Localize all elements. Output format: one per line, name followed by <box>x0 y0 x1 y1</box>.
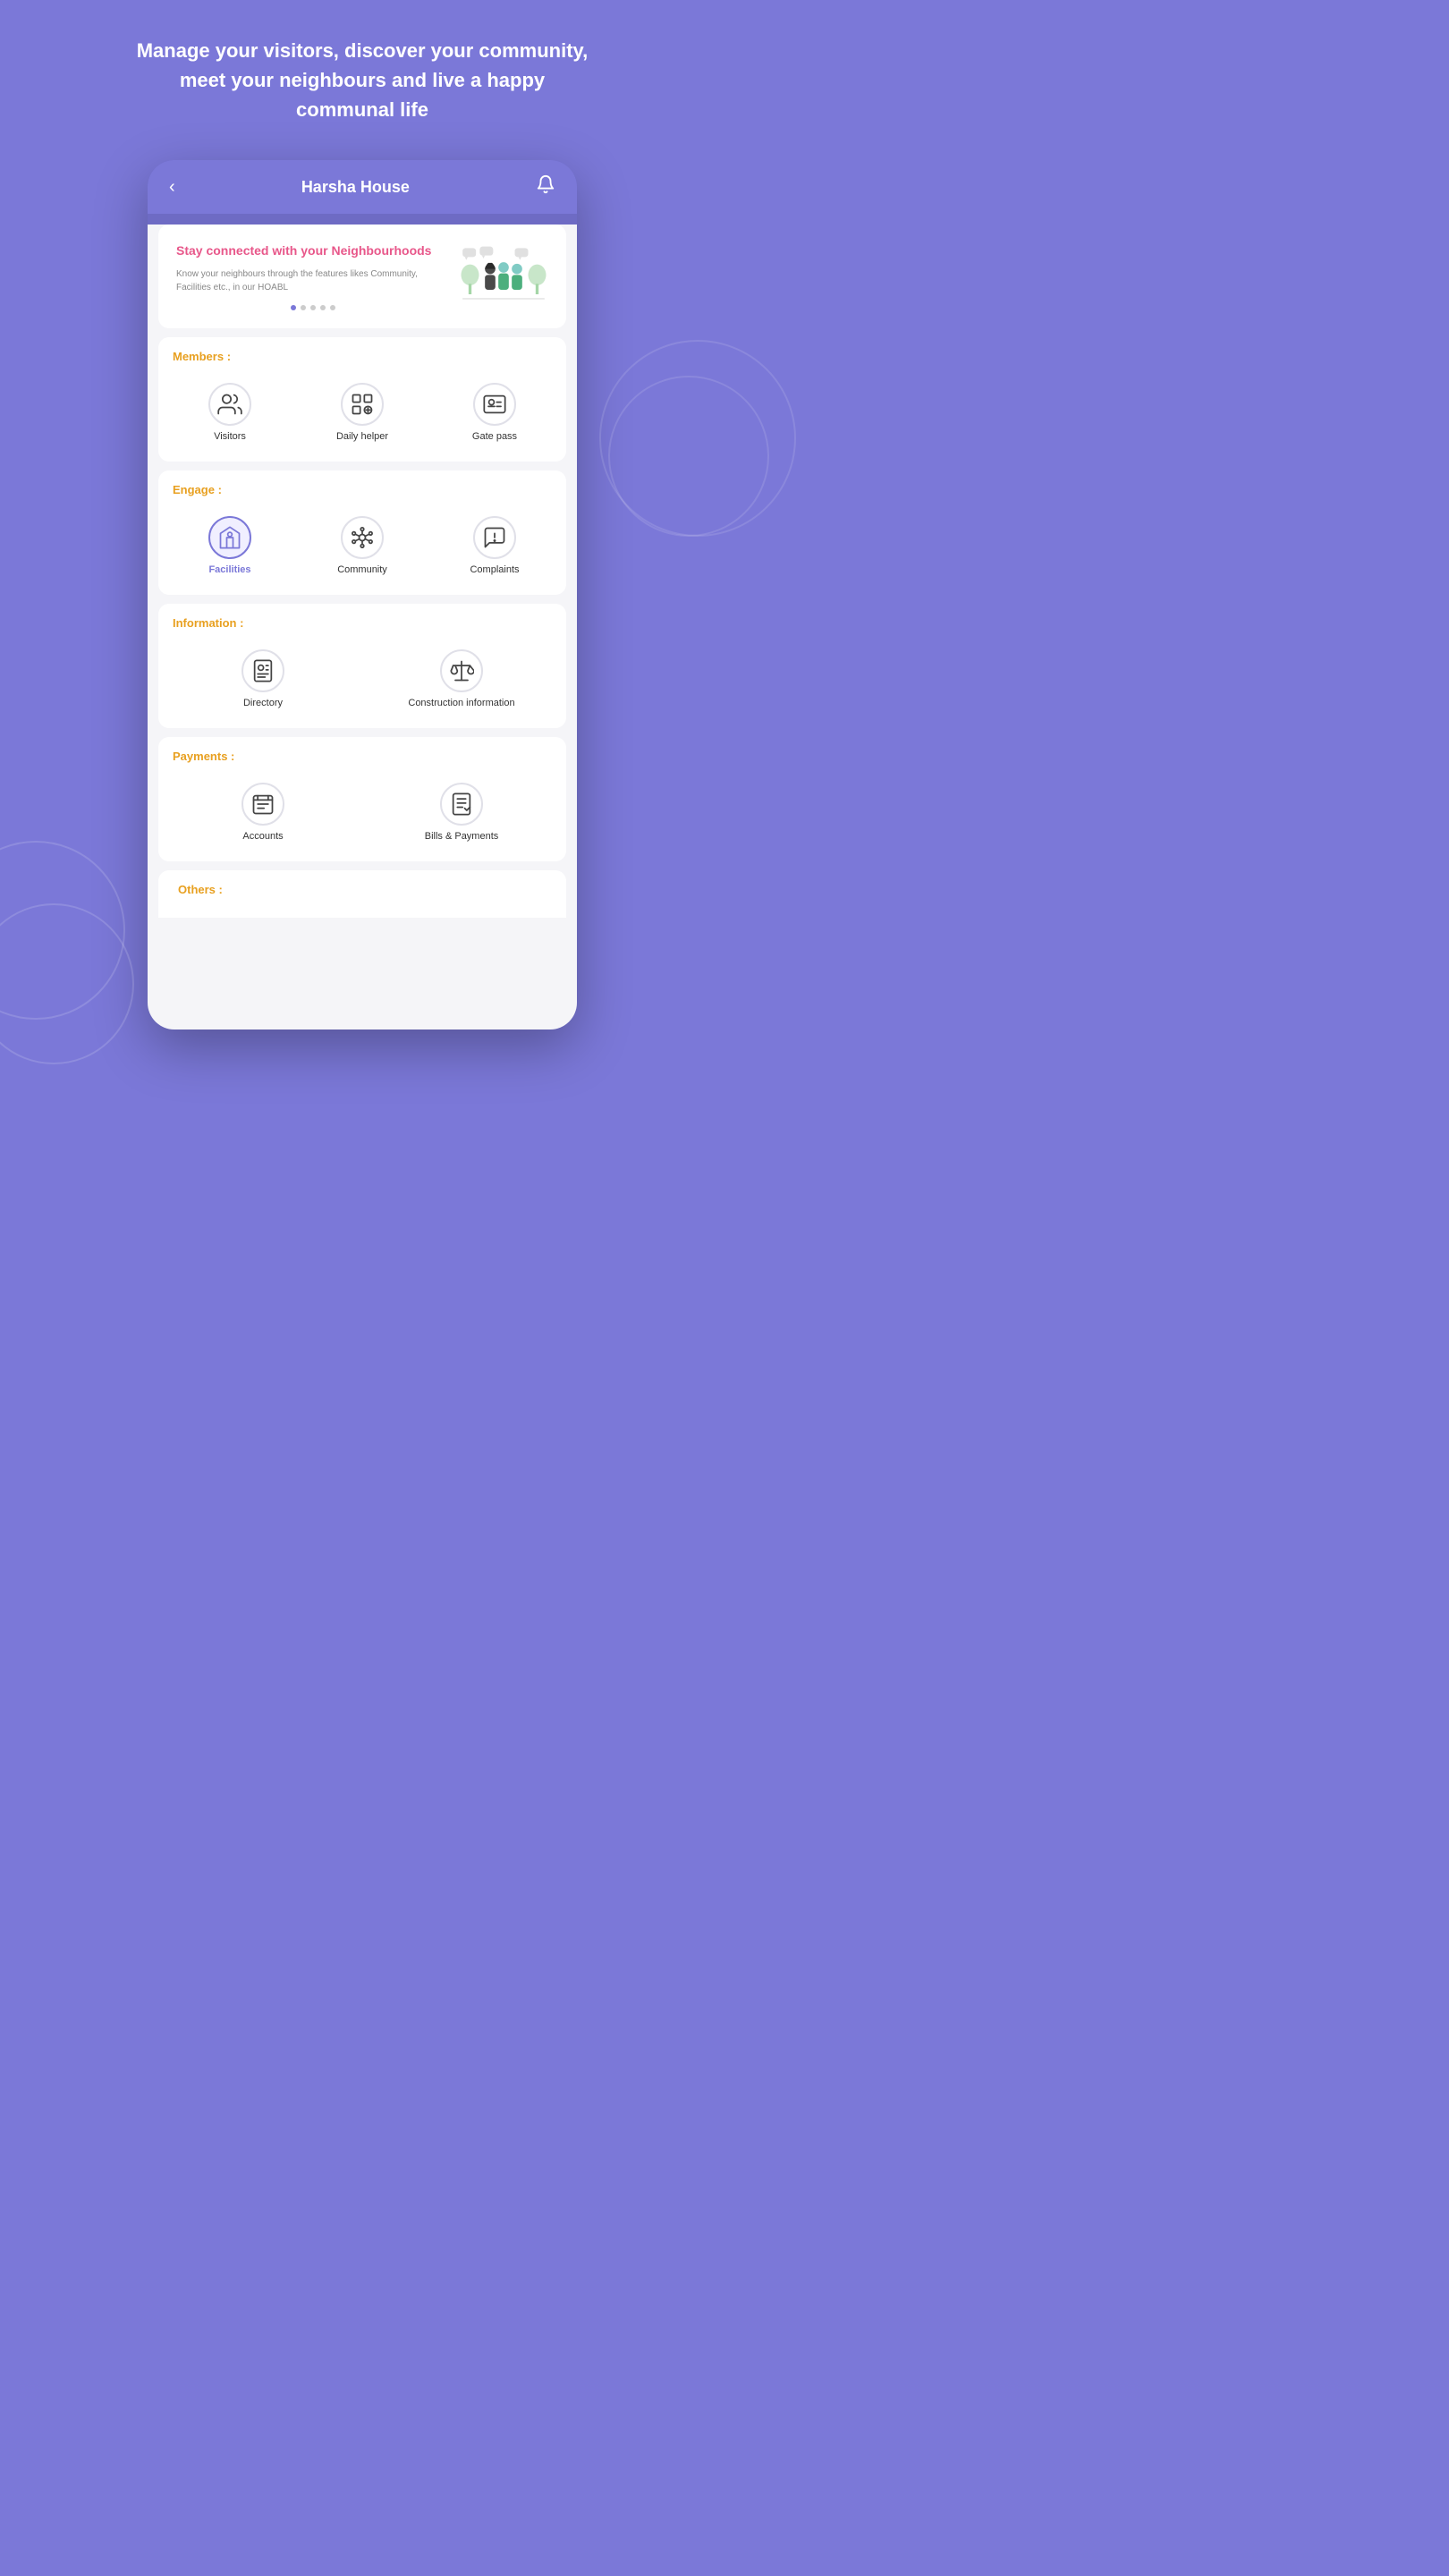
engage-section: Engage : Facilities <box>158 470 566 595</box>
daily-helper-icon <box>350 392 375 417</box>
banner-illustration <box>459 245 548 308</box>
bell-icon[interactable] <box>536 174 555 199</box>
headline: Manage your visitors, discover your comm… <box>130 36 595 124</box>
phone-header: ‹ Harsha House <box>148 160 577 214</box>
directory-label: Directory <box>243 698 283 708</box>
banner-text: Stay connected with your Neighbourhoods … <box>176 242 450 310</box>
payments-section: Payments : Accounts <box>158 737 566 861</box>
accounts-icon <box>250 792 275 817</box>
complaints-item[interactable]: Complaints <box>432 509 557 582</box>
dot-5 <box>330 305 335 310</box>
accounts-label: Accounts <box>242 831 283 842</box>
members-title: Members : <box>167 350 557 363</box>
dot-3 <box>310 305 316 310</box>
facilities-icon-circle <box>208 516 251 559</box>
engage-title: Engage : <box>167 483 557 496</box>
accounts-item[interactable]: Accounts <box>167 775 359 849</box>
facilities-label: Facilities <box>208 564 250 575</box>
others-title: Others : <box>173 883 552 896</box>
payments-grid: Accounts Bills & Payments <box>167 775 557 849</box>
community-label: Community <box>337 564 387 575</box>
gate-pass-icon-circle <box>473 383 516 426</box>
community-icon-circle <box>341 516 384 559</box>
bills-payments-label: Bills & Payments <box>425 831 499 842</box>
visitors-label: Visitors <box>214 431 246 442</box>
visitors-icon <box>217 392 242 417</box>
gate-pass-label: Gate pass <box>472 431 517 442</box>
construction-icon <box>449 658 474 683</box>
information-title: Information : <box>167 616 557 630</box>
phone-title: Harsha House <box>301 178 410 197</box>
payments-title: Payments : <box>167 750 557 763</box>
daily-helper-item[interactable]: Daily helper <box>300 376 425 449</box>
bills-icon-circle <box>440 783 483 826</box>
back-button[interactable]: ‹ <box>169 177 175 198</box>
complaints-icon <box>482 525 507 550</box>
facilities-icon <box>217 525 242 550</box>
construction-information-item[interactable]: Construction information <box>366 642 557 716</box>
daily-helper-label: Daily helper <box>336 431 388 442</box>
complaints-label: Complaints <box>470 564 519 575</box>
bills-icon <box>449 792 474 817</box>
members-section: Members : Visitors <box>158 337 566 462</box>
banner-description: Know your neighbours through the feature… <box>176 267 450 294</box>
directory-item[interactable]: Directory <box>167 642 359 716</box>
members-grid: Visitors Daily helper <box>167 376 557 449</box>
engage-grid: Facilities <box>167 509 557 582</box>
banner-dots <box>176 305 450 310</box>
information-section: Information : Directory <box>158 604 566 728</box>
gate-pass-item[interactable]: Gate pass <box>432 376 557 449</box>
construction-icon-circle <box>440 649 483 692</box>
directory-icon-circle <box>242 649 284 692</box>
construction-information-label: Construction information <box>408 698 514 708</box>
banner-title: Stay connected with your Neighbourhoods <box>176 242 450 260</box>
visitors-item[interactable]: Visitors <box>167 376 292 449</box>
bills-payments-item[interactable]: Bills & Payments <box>366 775 557 849</box>
others-section: Others : <box>158 870 566 918</box>
community-icon <box>350 525 375 550</box>
banner: Stay connected with your Neighbourhoods … <box>158 225 566 328</box>
community-item[interactable]: Community <box>300 509 425 582</box>
dot-2 <box>301 305 306 310</box>
information-grid: Directory Construction informatio <box>167 642 557 716</box>
bg-decoration-4 <box>608 376 769 537</box>
dot-1 <box>291 305 296 310</box>
daily-helper-icon-circle <box>341 383 384 426</box>
facilities-item[interactable]: Facilities <box>167 509 292 582</box>
accounts-icon-circle <box>242 783 284 826</box>
directory-icon <box>250 658 275 683</box>
phone-content: Stay connected with your Neighbourhoods … <box>148 225 577 1030</box>
phone-mockup: ‹ Harsha House Stay connected with your … <box>148 160 577 1030</box>
dot-4 <box>320 305 326 310</box>
gate-pass-icon <box>482 392 507 417</box>
complaints-icon-circle <box>473 516 516 559</box>
visitors-icon-circle <box>208 383 251 426</box>
